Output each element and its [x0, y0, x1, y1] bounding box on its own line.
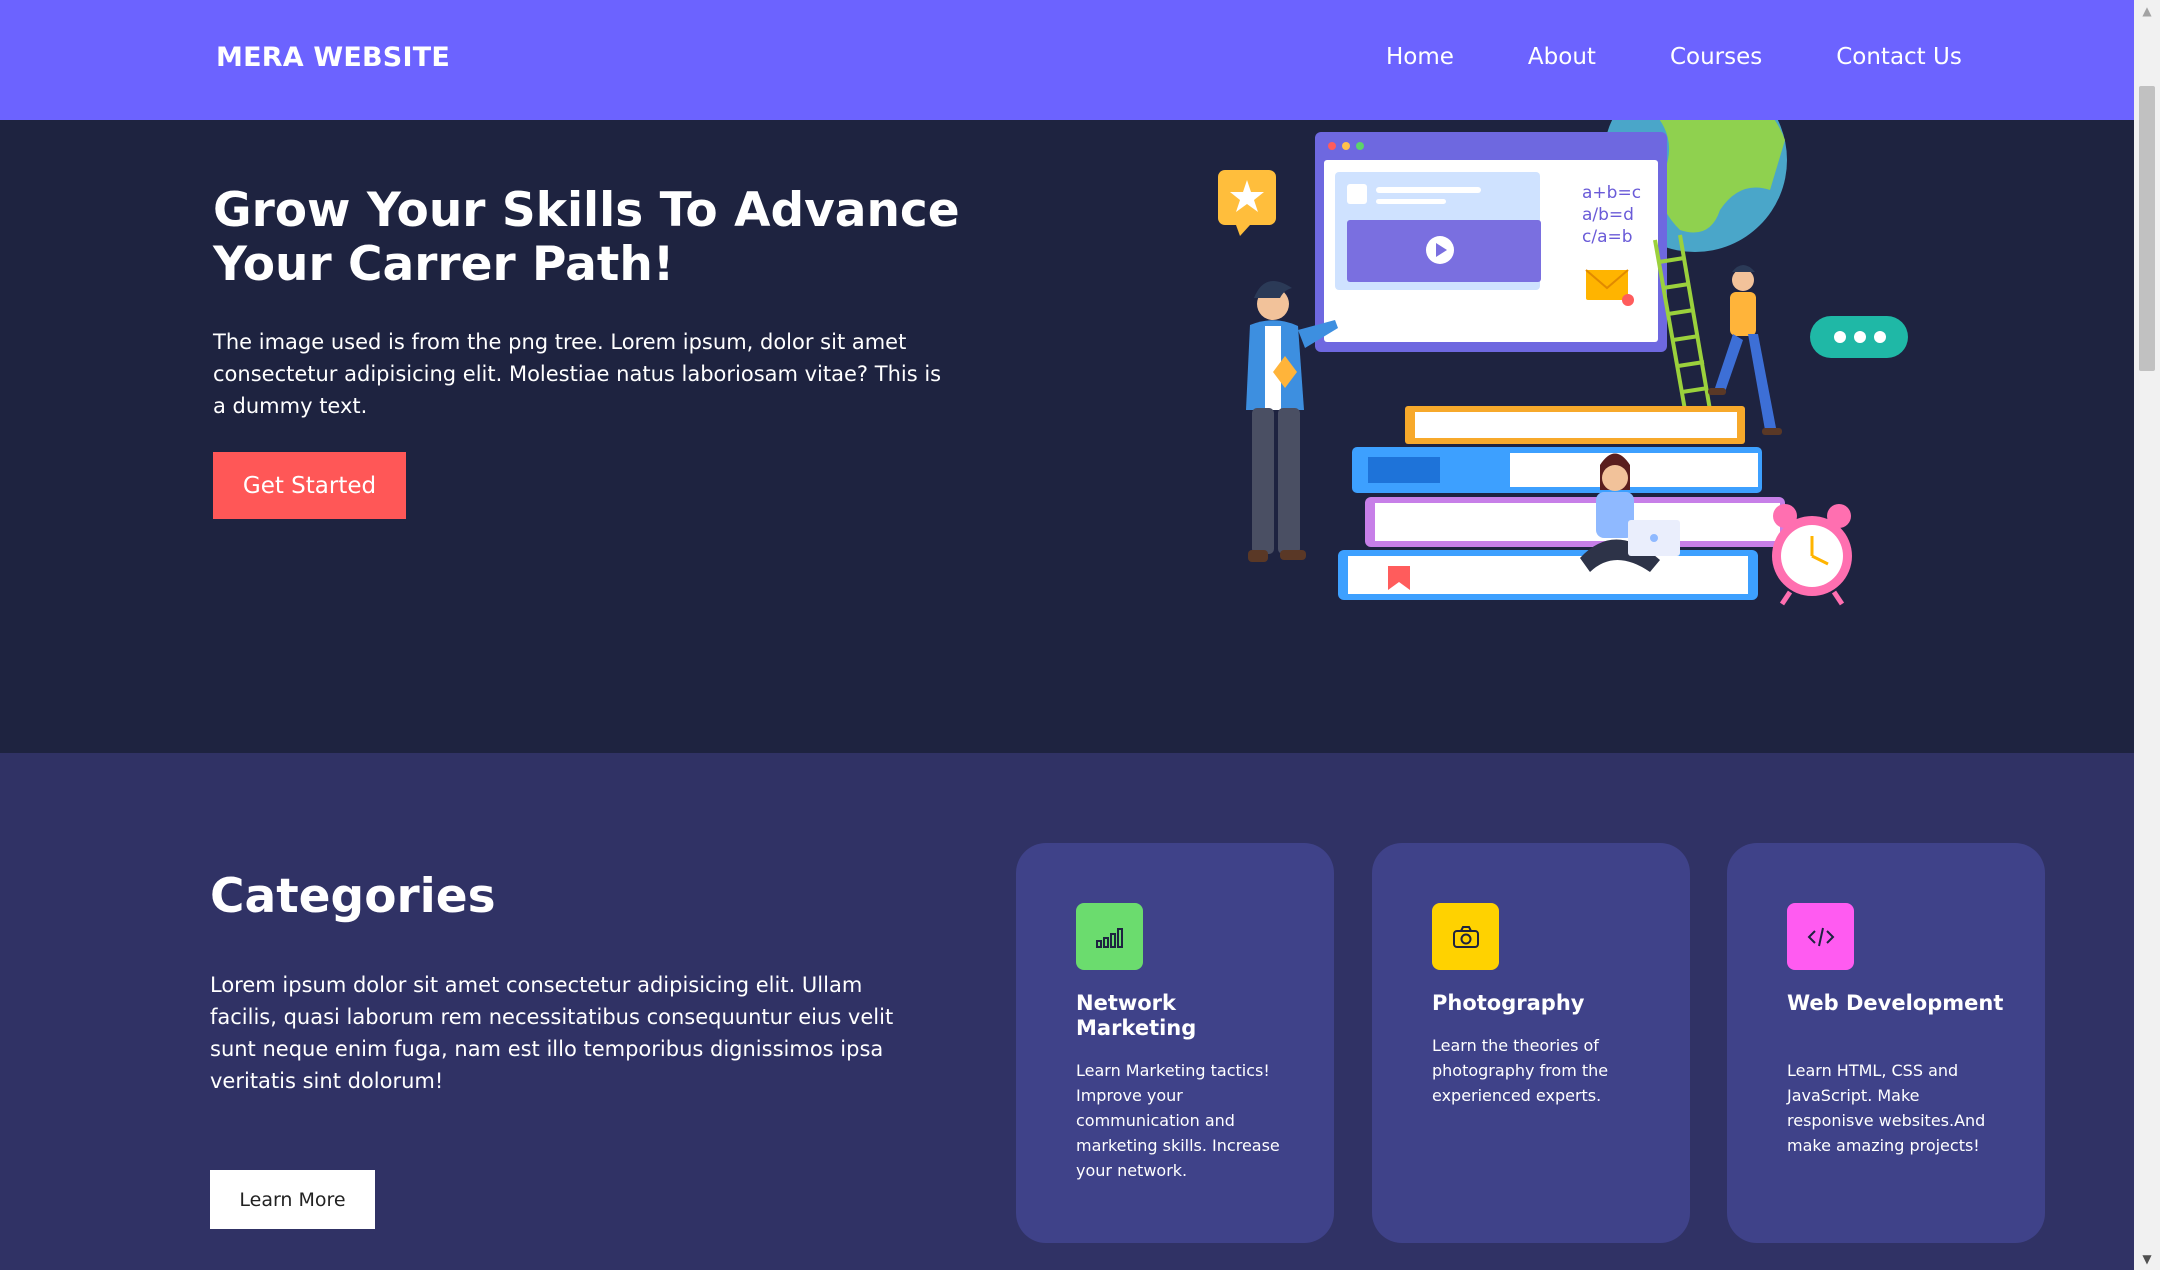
- signal-bars-icon: [1076, 903, 1143, 970]
- equation-text-1: a+b=c: [1582, 183, 1641, 203]
- hero-title: Grow Your Skills To Advance Your Carrer …: [213, 183, 960, 292]
- scroll-up-arrow-icon[interactable]: ▲: [2134, 0, 2160, 22]
- card-title: Network Marketing: [1076, 991, 1197, 1040]
- get-started-button[interactable]: Get Started: [213, 452, 406, 519]
- code-icon: [1787, 903, 1854, 970]
- vertical-scrollbar[interactable]: ▲ ▼: [2134, 0, 2160, 1270]
- star-badge-icon: [1218, 170, 1276, 236]
- nav-link-courses[interactable]: Courses: [1670, 44, 1762, 70]
- brand-logo[interactable]: MERA WEBSITE: [216, 42, 450, 73]
- card-description: Learn HTML, CSS and JavaScript. Make res…: [1787, 1061, 1986, 1155]
- scrollbar-thumb[interactable]: [2139, 86, 2155, 371]
- books-stack-icon: [1338, 406, 1785, 600]
- chat-bubble-icon: [1810, 316, 1908, 358]
- navbar: MERA WEBSITE Home About Courses Contact …: [0, 0, 2134, 120]
- person-standing-icon: [1246, 280, 1338, 562]
- category-card-network-marketing[interactable]: Network Marketing Learn Marketing tactic…: [1016, 843, 1334, 1243]
- equation-text-3: c/a=b: [1582, 227, 1633, 247]
- categories-section: Categories Lorem ipsum dolor sit amet co…: [0, 753, 2134, 1270]
- card-title: Web Development: [1787, 991, 2004, 1015]
- alarm-clock-icon: [1772, 504, 1852, 606]
- nav-link-about[interactable]: About: [1528, 44, 1596, 70]
- learn-more-button[interactable]: Learn More: [210, 1170, 375, 1229]
- nav-links: Home About Courses Contact Us: [1386, 44, 1962, 70]
- camera-icon: [1432, 903, 1499, 970]
- hero-illustration: a+b=c a/b=d c/a=b: [1218, 120, 1908, 606]
- category-card-photography[interactable]: Photography Learn the theories of photog…: [1372, 843, 1690, 1243]
- category-card-web-development[interactable]: Web Development Learn HTML, CSS and Java…: [1727, 843, 2045, 1243]
- equation-text-2: a/b=d: [1582, 205, 1634, 225]
- categories-text: Lorem ipsum dolor sit amet consectetur a…: [210, 973, 894, 1093]
- hero-text: The image used is from the png tree. Lor…: [213, 330, 942, 418]
- monitor-icon: a+b=c a/b=d c/a=b: [1315, 132, 1667, 352]
- page-viewport: MERA WEBSITE Home About Courses Contact …: [0, 0, 2134, 1270]
- categories-title: Categories: [210, 869, 496, 924]
- card-title: Photography: [1432, 991, 1585, 1015]
- hero-section: Grow Your Skills To Advance Your Carrer …: [0, 120, 2134, 753]
- nav-link-home[interactable]: Home: [1386, 44, 1454, 70]
- scroll-down-arrow-icon[interactable]: ▼: [2134, 1248, 2160, 1270]
- card-description: Learn the theories of photography from t…: [1432, 1036, 1609, 1105]
- card-description: Learn Marketing tactics! Improve your co…: [1076, 1061, 1280, 1180]
- nav-link-contact[interactable]: Contact Us: [1836, 44, 1962, 70]
